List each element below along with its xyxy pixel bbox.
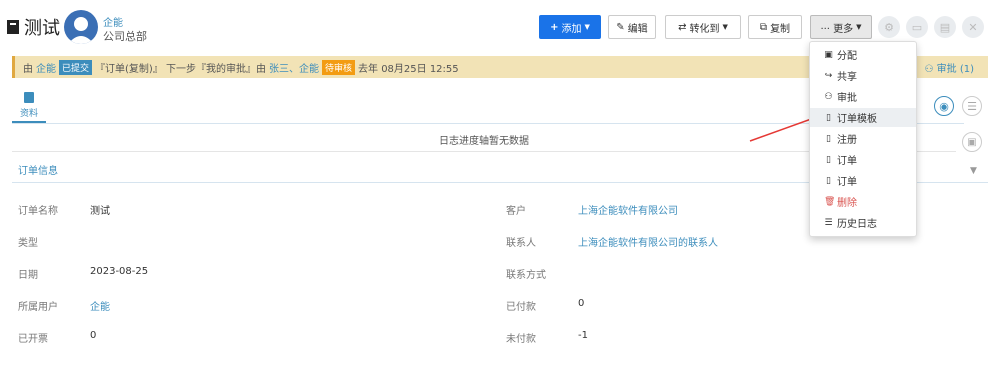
caret-down-icon: ▼ (856, 23, 862, 31)
plus-icon: + (550, 21, 559, 33)
menu-item-share[interactable]: ↪ 共享 (810, 66, 916, 85)
menu-item-label: 分配 (837, 51, 857, 62)
unpaid-label: 未付款 (506, 334, 536, 345)
copy-button[interactable]: ⧉ 复制 (748, 15, 802, 39)
list-icon: ☰ (824, 217, 833, 228)
unpaid-value: -1 (578, 330, 588, 341)
customer-label: 客户 (506, 206, 526, 217)
file-icon: ▯ (826, 133, 831, 144)
status-time: 去年 08月25日 12:55 (358, 63, 459, 75)
section-title[interactable]: 订单信息 (18, 162, 58, 177)
file-icon: ▯ (826, 112, 831, 123)
more-button[interactable]: ··· 更多 ▼ (810, 15, 872, 39)
owner-label: 所属用户 (18, 302, 58, 313)
invoiced-value: 0 (90, 330, 97, 341)
close-icon[interactable]: ✕ (962, 16, 984, 38)
status-flow-text: 『订单(复制)』 下一步『我的审批』由 (95, 63, 266, 75)
paid-label: 已付款 (506, 302, 536, 313)
avatar[interactable] (64, 10, 98, 44)
menu-item-label: 注册 (837, 135, 857, 146)
sliders-icon[interactable]: ☰ (962, 96, 982, 116)
add-label: 添加 (561, 23, 582, 35)
eye-icon[interactable]: ◉ (934, 96, 954, 116)
owner-dept: 公司总部 (103, 30, 147, 43)
menu-item-label: 共享 (837, 72, 857, 83)
menu-item-order[interactable]: ▯ 订单 (810, 150, 916, 169)
status-user-link[interactable]: 企能 (36, 60, 56, 75)
menu-item-label: 历史日志 (837, 219, 877, 230)
invoiced-label: 已开票 (18, 334, 48, 345)
more-dropdown-menu: ▣ 分配 ↪ 共享 ⚇ 审批 ▯ 订单模板 ▯ 注册 ▯ 订单 ▯ 订单 🗑 删… (809, 41, 917, 237)
more-label: ··· 更多 (820, 23, 854, 35)
approve-link[interactable]: ⚇ 审批 (1) (925, 60, 975, 75)
menu-item-order-2[interactable]: ▯ 订单 (810, 171, 916, 190)
menu-item-order-template[interactable]: ▯ 订单模板 (810, 108, 916, 127)
menu-item-label: 订单 (837, 177, 857, 188)
settings-icon[interactable]: ⚙ (878, 16, 900, 38)
note-icon[interactable]: ▤ (934, 16, 956, 38)
pending-badge: 待审核 (322, 59, 356, 75)
owner-value[interactable]: 企能 (90, 298, 110, 313)
edit-label: 编辑 (627, 23, 648, 35)
menu-item-label: 删除 (837, 198, 857, 209)
page-title: 测试 (24, 18, 60, 39)
customer-value[interactable]: 上海企能软件有限公司 (578, 202, 678, 217)
order-name-value: 测试 (90, 206, 110, 217)
assign-icon: ▣ (824, 49, 833, 60)
share-icon: ↪ (824, 70, 833, 81)
file-icon: ▯ (826, 154, 831, 165)
edit-icon: ✎ (616, 21, 625, 33)
edit-button[interactable]: ✎ 编辑 (608, 15, 656, 39)
approve-link-label: 审批 (1) (936, 64, 974, 75)
add-button[interactable]: + 添加 ▼ (539, 15, 601, 39)
order-name-label: 订单名称 (18, 206, 58, 217)
book-icon (7, 20, 19, 34)
status-prefix: 由 (23, 63, 33, 75)
trash-icon: 🗑 (824, 196, 836, 207)
sitemap-icon: ⚇ (924, 64, 934, 75)
submitted-badge: 已提交 (59, 59, 93, 75)
menu-item-register[interactable]: ▯ 注册 (810, 129, 916, 148)
convert-button[interactable]: ⇄ 转化到 ▼ (665, 15, 741, 39)
owner-name[interactable]: 企能 (103, 14, 123, 29)
book-icon (24, 92, 34, 103)
contact-value[interactable]: 上海企能软件有限公司的联系人 (578, 234, 718, 249)
copy-icon: ⧉ (759, 21, 768, 33)
convert-label: 转化到 (689, 23, 720, 35)
menu-item-assign[interactable]: ▣ 分配 (810, 45, 916, 64)
window-icon[interactable]: ▭ (906, 16, 928, 38)
approvers-link[interactable]: 张三、企能 (269, 60, 319, 75)
caret-down-icon: ▼ (722, 23, 728, 31)
menu-item-label: 订单 (837, 156, 857, 167)
paid-value: 0 (578, 298, 585, 309)
collapse-caret-icon[interactable]: ▼ (970, 166, 977, 176)
menu-item-approve[interactable]: ⚇ 审批 (810, 87, 916, 106)
caret-down-icon: ▼ (584, 23, 590, 31)
date-label: 日期 (18, 270, 38, 281)
date-value: 2023-08-25 (90, 266, 149, 277)
menu-item-delete[interactable]: 🗑 删除 (810, 192, 916, 211)
menu-item-label: 审批 (837, 93, 857, 104)
type-label: 类型 (18, 238, 38, 249)
file-icon: ▯ (826, 175, 831, 186)
exchange-icon: ⇄ (678, 21, 687, 33)
copy-label: 复制 (770, 23, 791, 35)
menu-item-label: 订单模板 (837, 114, 877, 125)
menu-item-history[interactable]: ☰ 历史日志 (810, 213, 916, 232)
contact-label: 联系人 (506, 238, 536, 249)
sitemap-icon: ⚇ (824, 91, 833, 102)
tab-info[interactable]: 资料 (20, 106, 38, 119)
scan-icon[interactable]: ▣ (962, 132, 982, 152)
contact-method-label: 联系方式 (506, 270, 546, 281)
